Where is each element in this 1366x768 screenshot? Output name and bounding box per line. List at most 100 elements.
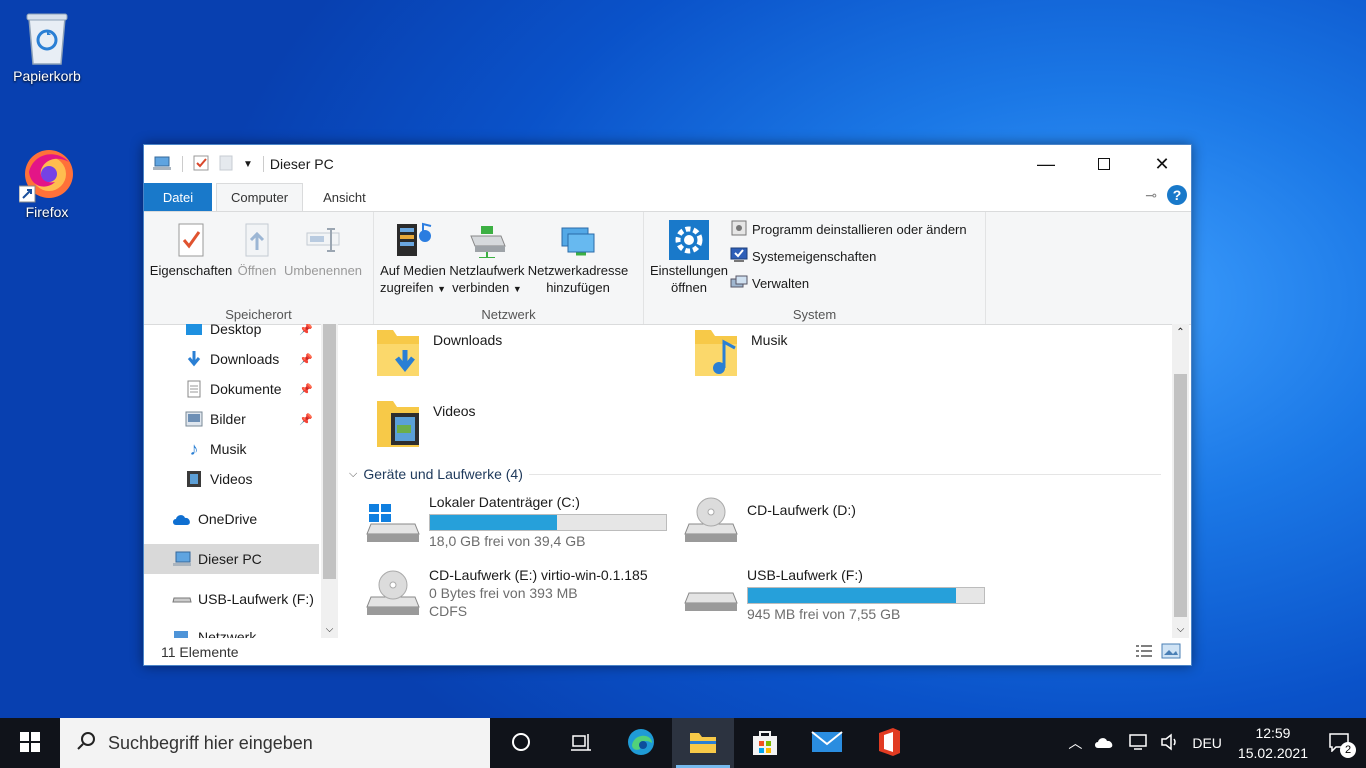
taskbar-search-box[interactable]: Suchbegriff hier eingeben bbox=[60, 718, 490, 768]
access-media-label: Auf Medien zugreifen ▼ bbox=[379, 263, 447, 295]
recycle-bin-desktop-icon[interactable]: Papierkorb bbox=[2, 8, 92, 84]
taskbar-clock[interactable]: 12:59 15.02.2021 bbox=[1228, 723, 1318, 763]
content-pane: Downloads Musik Videos ⌵ Geräte und Lauf… bbox=[339, 324, 1172, 638]
action-center-button[interactable]: 2 bbox=[1318, 732, 1366, 758]
folder-downloads[interactable]: Downloads bbox=[375, 324, 502, 383]
devices-section-header[interactable]: ⌵ Geräte und Laufwerke (4) bbox=[349, 466, 1161, 482]
new-folder-quick-icon[interactable] bbox=[219, 155, 233, 174]
ribbon: Eigenschaften Öffnen Umbenennen Speicher… bbox=[144, 211, 1191, 325]
manage-button[interactable]: Verwalten bbox=[730, 272, 967, 294]
drive-d[interactable]: CD-Laufwerk (D:) bbox=[683, 494, 856, 549]
download-arrow-icon bbox=[184, 349, 204, 369]
search-placeholder: Suchbegriff hier eingeben bbox=[108, 732, 313, 753]
document-icon bbox=[184, 379, 204, 399]
properties-icon bbox=[176, 218, 206, 262]
settings-gear-icon bbox=[669, 218, 709, 262]
pin-icon[interactable]: 📌 bbox=[299, 383, 313, 396]
open-settings-label: Einstellungen öffnen bbox=[649, 263, 729, 295]
drive-usage-fill bbox=[748, 588, 956, 603]
volume-speaker-icon[interactable] bbox=[1154, 732, 1186, 754]
system-properties-label: Systemeigenschaften bbox=[752, 248, 877, 264]
recycle-bin-label: Papierkorb bbox=[13, 68, 81, 84]
input-language[interactable]: DEU bbox=[1186, 735, 1228, 751]
clock-time: 12:59 bbox=[1255, 725, 1291, 741]
taskbar-office[interactable] bbox=[858, 718, 920, 768]
drive-usage-bar bbox=[747, 587, 985, 604]
pin-icon[interactable]: 📌 bbox=[299, 413, 313, 426]
maximize-button[interactable] bbox=[1075, 145, 1133, 183]
details-view-icon[interactable] bbox=[1135, 644, 1153, 661]
large-icons-view-icon[interactable] bbox=[1161, 643, 1181, 662]
clock-date: 15.02.2021 bbox=[1237, 745, 1308, 761]
firefox-desktop-icon[interactable]: Firefox bbox=[2, 144, 92, 220]
onedrive-cloud-icon[interactable] bbox=[1088, 735, 1122, 752]
media-icon bbox=[393, 218, 433, 262]
nav-item-usb-drive[interactable]: USB-Laufwerk (F:) bbox=[144, 584, 319, 614]
quick-access-toolbar: ▼ bbox=[144, 155, 264, 174]
pin-ribbon-icon[interactable]: ⊸ bbox=[1145, 187, 1157, 204]
drive-usage-fill bbox=[430, 515, 558, 530]
properties-quick-icon[interactable] bbox=[193, 155, 209, 174]
downloads-folder-icon bbox=[375, 324, 423, 383]
properties-label: Eigenschaften bbox=[149, 263, 233, 278]
uninstall-program-button[interactable]: Programm deinstallieren oder ändern bbox=[730, 218, 967, 240]
open-icon bbox=[242, 218, 272, 262]
cortana-button[interactable] bbox=[490, 718, 552, 768]
open-label: Öffnen bbox=[237, 263, 277, 278]
scroll-thumb[interactable] bbox=[323, 324, 336, 579]
drive-c[interactable]: Lokaler Datenträger (C:) 18,0 GB frei vo… bbox=[365, 494, 667, 549]
nav-item-downloads[interactable]: Downloads 📌 bbox=[144, 344, 319, 374]
start-button[interactable] bbox=[0, 718, 60, 768]
taskbar-edge[interactable] bbox=[610, 718, 672, 768]
videos-folder-icon bbox=[375, 395, 423, 454]
customize-dropdown-icon[interactable]: ▼ bbox=[243, 159, 253, 170]
close-button[interactable]: ✕ bbox=[1133, 145, 1191, 183]
system-properties-button[interactable]: Systemeigenschaften bbox=[730, 245, 967, 267]
nav-item-desktop[interactable]: Desktop 📌 bbox=[144, 324, 319, 344]
nav-item-this-pc[interactable]: Dieser PC bbox=[144, 544, 319, 574]
chevron-down-icon[interactable]: ⌵ bbox=[349, 468, 357, 481]
manage-icon bbox=[730, 273, 748, 294]
taskbar-file-explorer[interactable] bbox=[672, 718, 734, 768]
nav-item-pictures[interactable]: Bilder 📌 bbox=[144, 404, 319, 434]
explorer-window: ▼ Dieser PC — ✕ Datei Computer Ansicht ⊸… bbox=[143, 144, 1192, 666]
nav-item-music[interactable]: ♪ Musik bbox=[144, 434, 319, 464]
navigation-scrollbar[interactable]: ⌵ bbox=[321, 324, 338, 638]
content-scrollbar[interactable]: ⌃ ⌵ bbox=[1172, 324, 1189, 638]
pin-icon[interactable]: 📌 bbox=[299, 353, 313, 366]
scroll-down-arrow[interactable]: ⌵ bbox=[1172, 621, 1189, 638]
network-icon[interactable] bbox=[1122, 733, 1154, 754]
scroll-down-arrow[interactable]: ⌵ bbox=[321, 621, 338, 638]
drive-e[interactable]: CD-Laufwerk (E:) virtio-win-0.1.185 0 By… bbox=[365, 567, 648, 622]
nav-label: Videos bbox=[210, 471, 253, 487]
tab-computer[interactable]: Computer bbox=[216, 183, 304, 211]
desktop-icon bbox=[184, 324, 204, 339]
drive-f[interactable]: USB-Laufwerk (F:) 945 MB frei von 7,55 G… bbox=[683, 567, 985, 622]
nav-item-videos[interactable]: Videos bbox=[144, 464, 319, 494]
nav-item-documents[interactable]: Dokumente 📌 bbox=[144, 374, 319, 404]
taskbar-mail[interactable] bbox=[796, 718, 858, 768]
folder-music[interactable]: Musik bbox=[693, 324, 788, 383]
drive-usage-bar bbox=[429, 514, 667, 531]
cd-drive-icon bbox=[365, 567, 421, 622]
window-title: Dieser PC bbox=[269, 156, 334, 172]
file-explorer-icon bbox=[688, 729, 718, 758]
task-view-button[interactable] bbox=[552, 718, 610, 768]
scroll-thumb[interactable] bbox=[1174, 374, 1187, 617]
minimize-button[interactable]: — bbox=[1017, 145, 1075, 183]
taskbar-store[interactable] bbox=[734, 718, 796, 768]
mail-envelope-icon bbox=[811, 730, 843, 757]
scroll-up-arrow[interactable]: ⌃ bbox=[1172, 324, 1189, 341]
tab-file[interactable]: Datei bbox=[144, 183, 212, 211]
help-icon[interactable]: ? bbox=[1167, 185, 1187, 205]
task-view-icon bbox=[570, 732, 592, 755]
tab-view[interactable]: Ansicht bbox=[309, 183, 380, 211]
nav-item-onedrive[interactable]: OneDrive bbox=[144, 504, 319, 534]
nav-label: Dieser PC bbox=[198, 551, 262, 567]
nav-item-network[interactable]: Netzwerk bbox=[144, 622, 319, 638]
pin-icon[interactable]: 📌 bbox=[299, 324, 313, 336]
folder-videos[interactable]: Videos bbox=[375, 395, 476, 454]
show-hidden-icons-chevron-icon[interactable]: ︿ bbox=[1062, 733, 1088, 753]
computer-icon[interactable] bbox=[152, 155, 172, 174]
store-bag-icon bbox=[750, 727, 780, 760]
